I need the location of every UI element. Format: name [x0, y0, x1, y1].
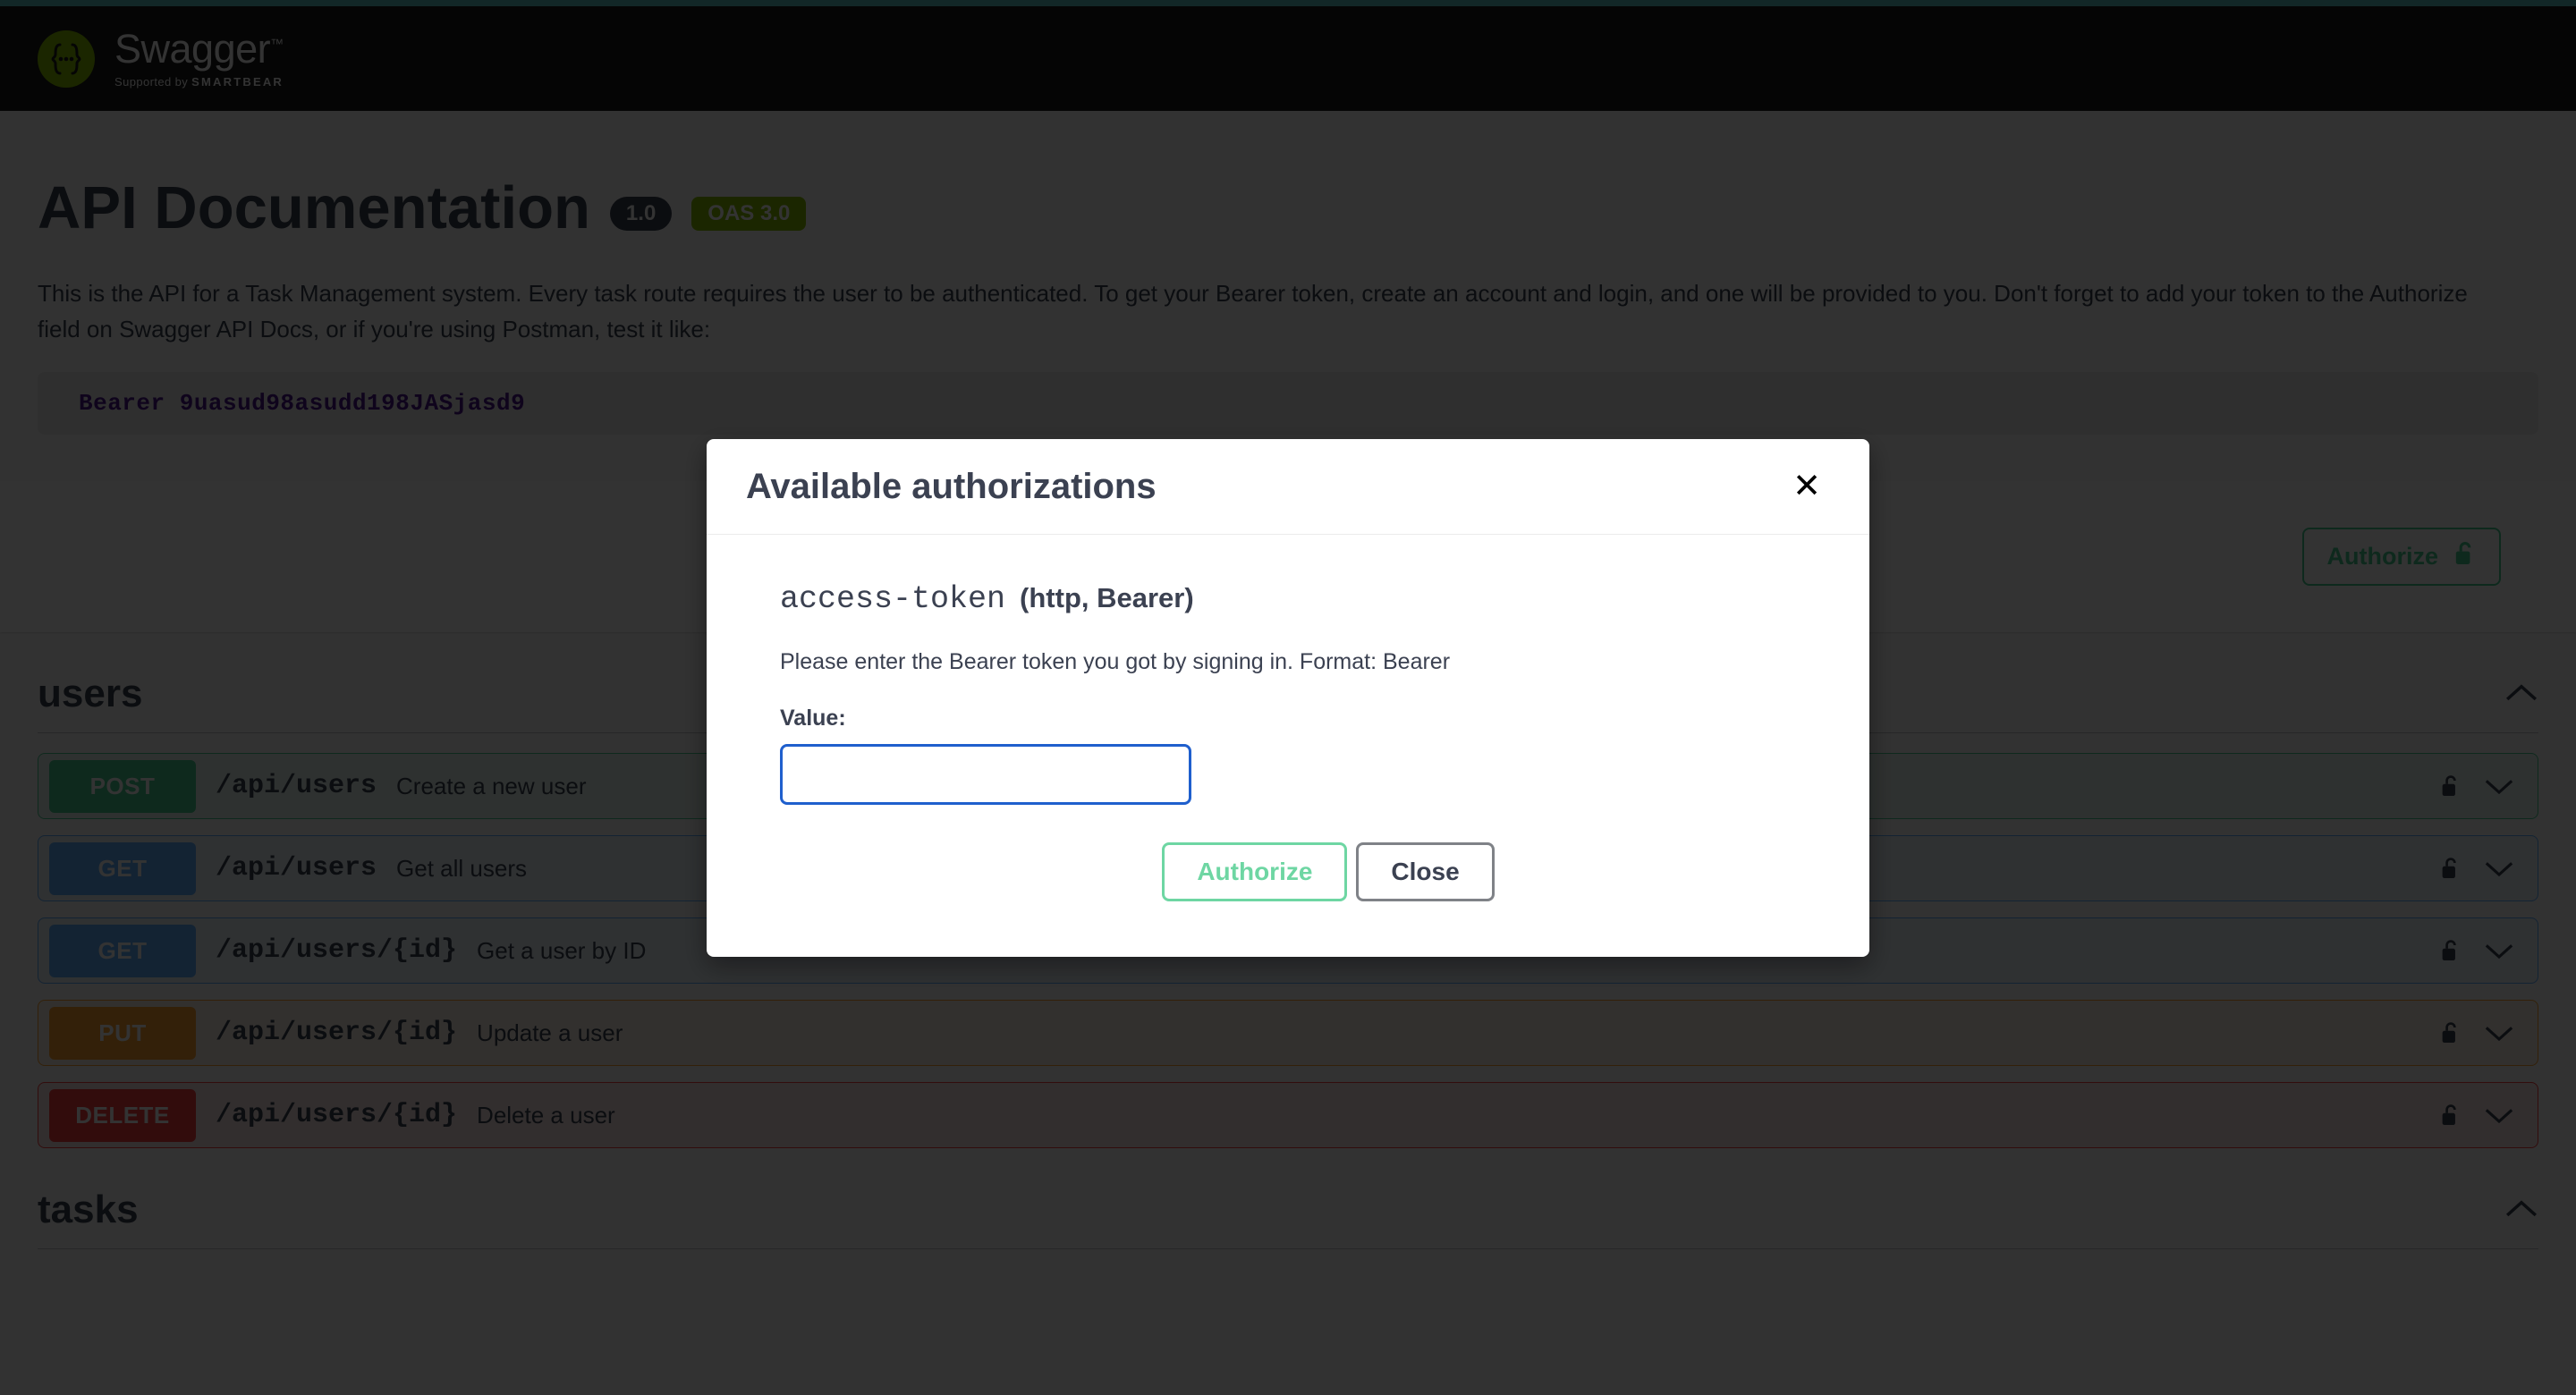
- modal-body: access-token (http, Bearer) Please enter…: [707, 535, 1869, 957]
- token-input[interactable]: [780, 744, 1191, 805]
- security-scheme-description: Please enter the Bearer token you got by…: [780, 649, 1451, 674]
- close-icon[interactable]: ✕: [1784, 466, 1830, 507]
- modal-header: Available authorizations ✕: [707, 439, 1869, 535]
- value-label: Value:: [780, 706, 846, 731]
- modal-actions: Authorize Close: [780, 842, 1796, 901]
- scheme-title-row: access-token (http, Bearer): [780, 581, 1796, 617]
- available-authorizations-modal: Available authorizations ✕ access-token …: [707, 439, 1869, 957]
- modal-title: Available authorizations: [746, 466, 1157, 506]
- modal-close-button[interactable]: Close: [1356, 842, 1495, 901]
- modal-authorize-button[interactable]: Authorize: [1162, 842, 1348, 901]
- security-scheme-name: access-token: [780, 581, 1006, 617]
- security-scheme-type: (http, Bearer): [1020, 582, 1194, 613]
